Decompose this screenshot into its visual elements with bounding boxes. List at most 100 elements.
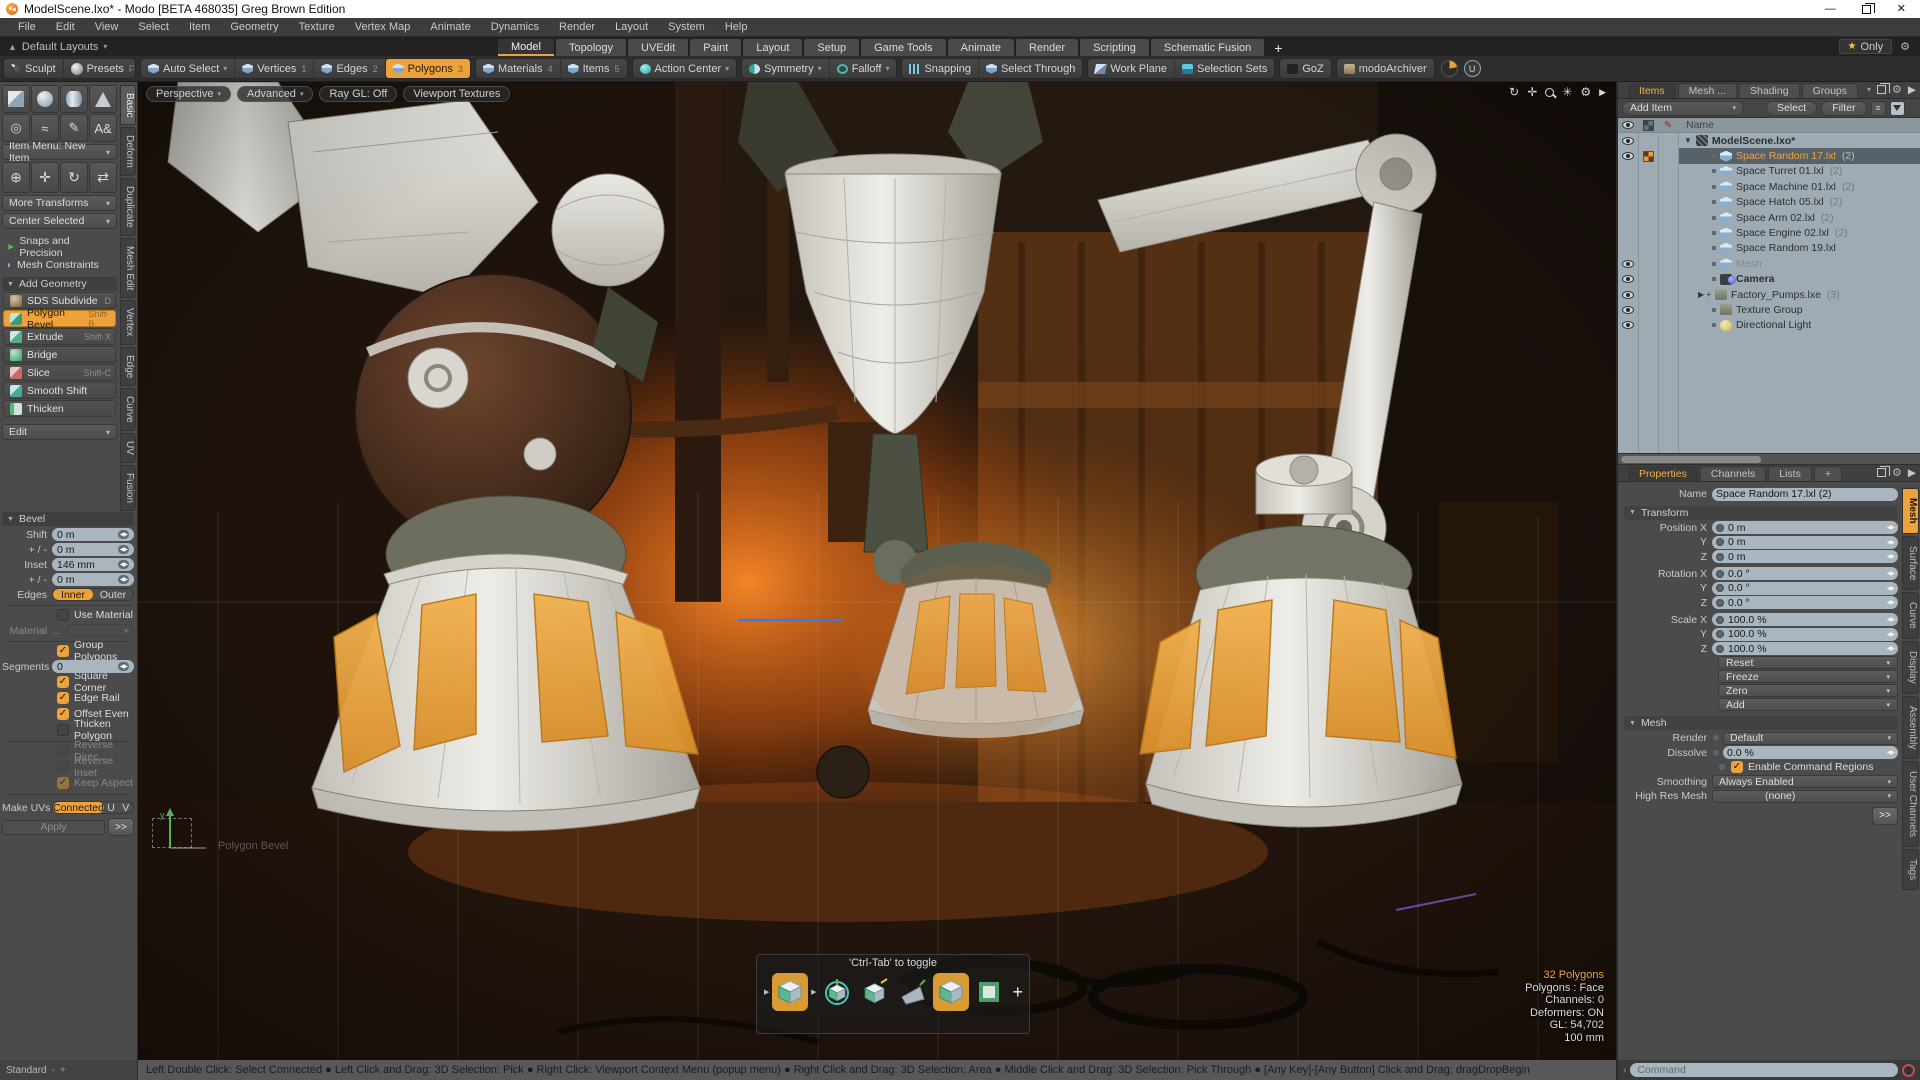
item-name[interactable]: Camera (1678, 272, 1920, 287)
box-primitive-button[interactable] (2, 85, 30, 113)
toolbar-selection-sets[interactable]: Selection Sets (1175, 59, 1274, 78)
properties-more-button[interactable]: >> (1872, 807, 1898, 825)
cube-tool-button[interactable] (933, 973, 969, 1011)
channel-dot[interactable] (1716, 645, 1724, 653)
spinner-icon[interactable]: ◀▶ (1887, 524, 1894, 531)
toolbar-select-through[interactable]: Select Through (979, 59, 1082, 78)
tab-paint[interactable]: Paint (690, 39, 741, 56)
tab-shading[interactable]: Shading (1739, 83, 1800, 98)
toolbar-vertices[interactable]: Vertices1 (235, 59, 314, 78)
lock-cell[interactable] (1658, 272, 1678, 287)
item-name[interactable]: Space Machine 01.lxl(2) (1678, 179, 1920, 194)
lock-cell[interactable] (1658, 318, 1678, 333)
render-cell[interactable] (1638, 164, 1658, 179)
checkbox-icon[interactable]: ✓ (57, 645, 69, 657)
lock-cell[interactable] (1658, 210, 1678, 225)
tool-tab-deform[interactable]: Deform (120, 127, 136, 176)
apply-button[interactable]: Apply (2, 820, 105, 835)
visibility-cell[interactable] (1618, 210, 1638, 225)
transform-field[interactable]: 0.0 °◀▶ (1712, 567, 1898, 580)
spinner-icon[interactable]: ◀▶ (1887, 631, 1894, 638)
3d-viewport[interactable]: Perspective▾Advanced▾Ray GL: OffViewport… (138, 82, 1616, 1060)
eye-icon[interactable] (1622, 321, 1634, 329)
tool-tab-vertex[interactable]: Vertex (120, 300, 136, 344)
freeze-dropdown[interactable]: Freeze▾ (1718, 670, 1898, 683)
eye-icon[interactable] (1622, 137, 1634, 145)
render-cell[interactable] (1638, 272, 1658, 287)
render-cell[interactable] (1638, 302, 1658, 317)
spiral-primitive-button[interactable]: ≈ (31, 114, 59, 142)
transform-field[interactable]: 0.0 °◀▶ (1712, 582, 1898, 595)
tab-model[interactable]: Model (498, 39, 554, 56)
lock-cell[interactable] (1658, 148, 1678, 163)
enable-command-regions-checkbox[interactable]: ✓ (1731, 761, 1743, 773)
pop-out-icon[interactable] (1877, 85, 1886, 94)
lock-cell[interactable] (1658, 179, 1678, 194)
tool-tab-edge[interactable]: Edge (120, 347, 136, 386)
render-cell[interactable] (1638, 225, 1658, 240)
sculpt-button[interactable]: Sculpt (4, 59, 64, 78)
viewport-perspective-button[interactable]: Perspective▾ (146, 86, 231, 102)
menu-system[interactable]: System (658, 21, 715, 33)
spinner-icon[interactable]: ◀▶ (1887, 553, 1894, 560)
add-tab-button[interactable]: + (1266, 39, 1290, 56)
modo-ball-button[interactable] (1441, 60, 1458, 77)
spinner-icon[interactable]: ◀▶ (118, 560, 129, 569)
toolbar-action-center[interactable]: Action Center▾ (633, 59, 737, 78)
eye-icon[interactable] (1622, 275, 1634, 283)
tool-tab-duplicate[interactable]: Duplicate (120, 178, 136, 236)
visibility-cell[interactable] (1618, 225, 1638, 240)
zero-dropdown[interactable]: Zero▾ (1718, 684, 1898, 697)
tool-thicken[interactable]: Thicken (3, 400, 116, 417)
chevron-down-icon[interactable]: ▾ (1867, 85, 1871, 94)
item-row-texture-group[interactable]: Texture Group (1618, 302, 1920, 317)
expander-icon[interactable]: ▶ + (1698, 290, 1711, 299)
add-item-dropdown[interactable]: Add Item▾ (1622, 101, 1744, 116)
item-row-space-turret-01-lxl[interactable]: Space Turret 01.lxl(2) (1618, 164, 1920, 179)
menu-animate[interactable]: Animate (420, 21, 480, 33)
channel-dot[interactable] (1716, 616, 1724, 624)
side-tab-user-channels[interactable]: User Channels (1902, 761, 1919, 847)
tab-render[interactable]: Render (1016, 39, 1078, 56)
visibility-cell[interactable] (1618, 272, 1638, 287)
render-cell[interactable] (1638, 179, 1658, 194)
render-cell[interactable] (1638, 287, 1658, 302)
tab-topology[interactable]: Topology (556, 39, 626, 56)
render-cell[interactable] (1638, 256, 1658, 271)
visibility-cell[interactable] (1618, 133, 1638, 148)
toolbar-items[interactable]: Items5 (561, 59, 627, 78)
item-row-space-engine-02-lxl[interactable]: Space Engine 02.lxl(2) (1618, 225, 1920, 240)
tool-tab-mesh-edit[interactable]: Mesh Edit (120, 238, 136, 298)
reset-dropdown[interactable]: Reset▾ (1718, 656, 1898, 669)
make-uvs-option-connected[interactable]: Connected (53, 802, 104, 813)
spinner-icon[interactable]: ◀▶ (118, 545, 129, 554)
visibility-cell[interactable] (1618, 195, 1638, 210)
viewport-gear-icon[interactable]: ⚙ (1580, 85, 1591, 99)
dissolve-field[interactable]: 0.0 %◀▶ (1723, 746, 1898, 759)
tool-polygon-bevel[interactable]: Polygon BevelShift-B (3, 310, 116, 327)
gear-icon[interactable]: ⚙ (1892, 466, 1902, 479)
side-tab-assembly[interactable]: Assembly (1902, 696, 1919, 759)
checkbox-icon[interactable] (57, 609, 69, 621)
eye-icon[interactable] (1622, 291, 1634, 299)
item-name[interactable]: Space Hatch 05.lxl(2) (1678, 195, 1920, 210)
tab-animate[interactable]: Animate (948, 39, 1014, 56)
tab-channels[interactable]: Channels (1700, 466, 1766, 481)
preset-plus-button[interactable]: + (60, 1065, 66, 1076)
tab-game-tools[interactable]: Game Tools (861, 39, 946, 56)
lock-cell[interactable] (1658, 256, 1678, 271)
zoom-icon[interactable] (1545, 88, 1554, 97)
channel-dot[interactable] (1712, 734, 1720, 742)
render-cell[interactable] (1638, 210, 1658, 225)
item-row-space-arm-02-lxl[interactable]: Space Arm 02.lxl(2) (1618, 210, 1920, 225)
item-name[interactable]: Directional Light (1678, 318, 1920, 333)
preset-name[interactable]: Standard (6, 1065, 47, 1076)
pan-icon[interactable]: ✛ (1527, 85, 1537, 99)
item-row-space-machine-01-lxl[interactable]: Space Machine 01.lxl(2) (1618, 179, 1920, 194)
item-row-modelscene-lxo[interactable]: ▼ModelScene.lxo* (1618, 133, 1920, 148)
field--1[interactable]: 0 m◀▶ (52, 543, 134, 556)
command-input[interactable] (1630, 1063, 1898, 1077)
tab-groups[interactable]: Groups (1802, 83, 1858, 98)
spinner-icon[interactable]: ◀▶ (1887, 645, 1894, 652)
more-arrow-icon[interactable]: ▶ (1908, 467, 1916, 479)
